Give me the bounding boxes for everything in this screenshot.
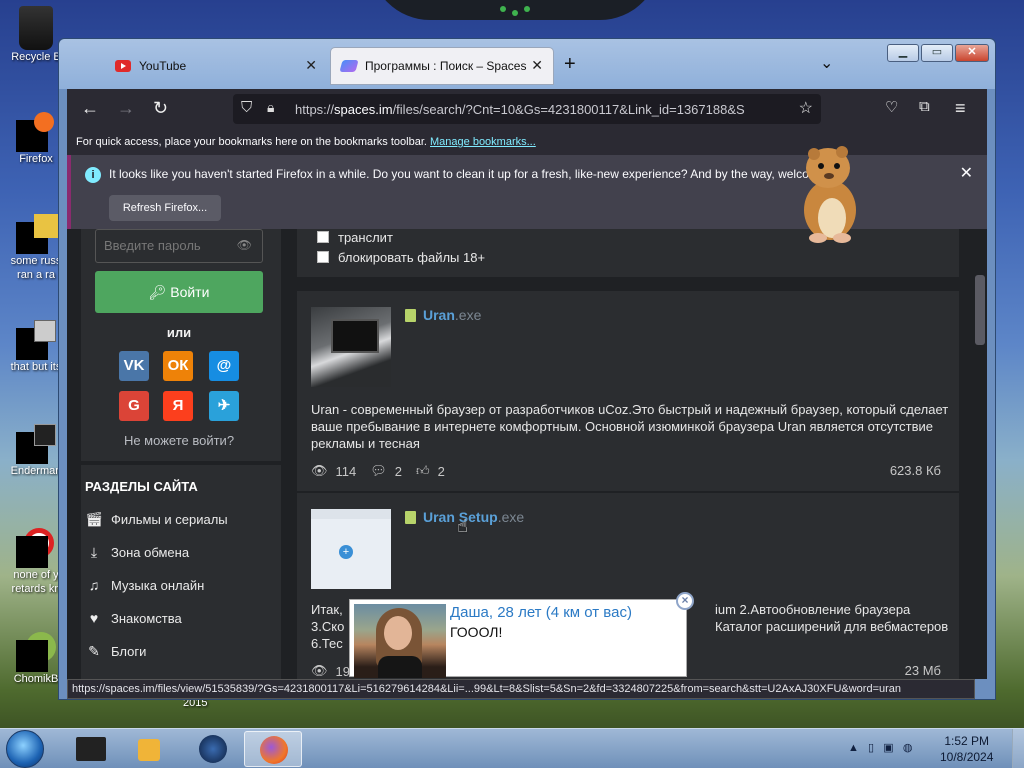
menu-item-music[interactable]: ♫ Музыка онлайн <box>85 574 205 596</box>
heart-icon: ♥ <box>89 610 99 626</box>
page-scrollbar[interactable] <box>973 229 987 679</box>
password-field[interactable]: Введите пароль 👁︎ <box>95 229 263 263</box>
menu-item-movies[interactable]: 🎬︎ Фильмы и сериалы <box>85 508 228 530</box>
odnoklassniki-icon[interactable]: ОК <box>163 351 193 381</box>
start-button[interactable] <box>6 730 44 768</box>
mail-ru-icon[interactable]: @ <box>209 351 239 381</box>
ad-text: ГОООЛ! <box>450 624 503 640</box>
opera-icon <box>16 528 56 568</box>
firefox-icon <box>260 736 288 764</box>
tab-youtube[interactable]: YouTube ✕ <box>103 48 327 84</box>
system-tray[interactable]: ▲ ▯ ▣ ◍ <box>848 741 912 754</box>
google-icon[interactable]: G <box>119 391 149 421</box>
download-icon: ⤓ <box>90 543 98 560</box>
url-bar[interactable]: ⛉ 🔒︎ https://spaces.im/files/search/?Cnt… <box>233 94 821 124</box>
music-note-icon: ♫ <box>88 577 100 593</box>
tab-close-icon[interactable]: ✕ <box>305 57 317 74</box>
comments-icon: 💬︎ <box>370 463 387 478</box>
recycle-bin-icon <box>19 6 53 50</box>
show-desktop-button[interactable] <box>1012 729 1024 768</box>
divider <box>81 461 281 465</box>
tab-close-icon[interactable]: ✕ <box>531 57 543 74</box>
taskbar: ▲ ▯ ▣ ◍ 1:52 PM 10/8/2024 <box>0 728 1024 768</box>
navigation-toolbar: ← → ↻ ⛉ 🔒︎ https://spaces.im/files/searc… <box>67 89 987 129</box>
youtube-icon <box>115 60 131 72</box>
menu-item-exchange-zone[interactable]: ⤓ Зона обмена <box>85 541 189 563</box>
list-all-tabs-chevron-icon[interactable]: ⌄ <box>820 53 833 73</box>
vk-icon[interactable]: VK <box>119 351 149 381</box>
refresh-firefox-button[interactable]: Refresh Firefox... <box>109 195 221 221</box>
result-thumbnail[interactable]: + <box>311 509 391 589</box>
shield-icon[interactable]: ⛉ <box>241 99 252 116</box>
extensions-icon[interactable]: ⧉ <box>919 98 930 115</box>
reload-icon[interactable]: ↻ <box>153 98 168 119</box>
taskbar-app-1[interactable] <box>62 731 120 767</box>
hamster-mascot[interactable] <box>788 140 868 244</box>
lock-icon[interactable]: 🔒︎ <box>267 99 274 116</box>
cant-login-link[interactable]: Не можете войти? <box>81 433 277 448</box>
taskbar-firefox[interactable] <box>244 731 302 767</box>
notification-message: It looks like you haven't started Firefo… <box>109 167 809 181</box>
views-icon: 👁︎ <box>311 663 328 678</box>
or-label: или <box>166 325 192 340</box>
ad-close-icon[interactable]: × <box>676 592 694 610</box>
menu-item-dating[interactable]: ♥ Знакомства <box>85 607 182 629</box>
clapperboard-icon: 🎬︎ <box>85 510 103 527</box>
maximize-button[interactable]: ▭ <box>921 44 953 62</box>
program-icon <box>16 424 56 464</box>
forward-arrow-icon[interactable]: → <box>117 98 135 119</box>
desktop-gadget <box>370 0 660 20</box>
taskbar-media-player[interactable] <box>120 731 178 767</box>
telegram-icon[interactable]: ✈ <box>209 391 239 421</box>
taskbar-app-globe[interactable] <box>184 731 242 767</box>
yandex-icon[interactable]: Я <box>163 391 193 421</box>
window-stack-icon <box>16 320 56 360</box>
tab-strip: YouTube ✕ Программы : Поиск – Spaces ✕ +… <box>59 39 995 89</box>
pocket-icon[interactable]: ♡ <box>885 98 898 116</box>
result-file-link[interactable]: Uran .exe <box>405 307 481 323</box>
taskbar-clock[interactable]: 1:52 PM 10/8/2024 <box>940 733 993 765</box>
minimize-button[interactable]: ▁ <box>887 44 919 62</box>
tab-label: YouTube <box>139 59 187 73</box>
link-status-bar: https://spaces.im/files/view/51535839/?G… <box>67 679 975 699</box>
block-18-checkbox[interactable]: блокировать файлы 18+ <box>317 249 485 265</box>
thumbs-up-icon[interactable]: 👍︎ <box>416 463 430 479</box>
eye-icon[interactable]: 👁︎ <box>237 238 252 252</box>
result-stats: 👁︎ 114 💬︎ 2 👍︎ 2 <box>311 463 445 479</box>
manage-bookmarks-link[interactable]: Manage bookmarks... <box>430 136 536 148</box>
scrollbar-thumb[interactable] <box>975 275 985 345</box>
bookmark-star-icon[interactable]: ☆ <box>799 98 813 118</box>
menu-item-blogs[interactable]: ✎ Блоги <box>85 640 146 662</box>
info-icon: i <box>85 167 101 183</box>
pen-icon: ✎ <box>88 642 100 659</box>
hand-cursor-icon: ☝︎ <box>457 516 468 536</box>
file-icon <box>405 308 416 322</box>
spaces-icon <box>339 60 359 72</box>
url-text[interactable]: https://spaces.im/files/search/?Cnt=10&G… <box>295 102 785 117</box>
result-size: 623.8 Кб <box>889 463 941 478</box>
result-size: 23 Мб <box>904 663 941 678</box>
search-result-card: Uran .exe Uran - современный браузер от р… <box>297 291 959 491</box>
hamster-app-icon <box>16 632 56 672</box>
back-arrow-icon[interactable]: ← <box>81 98 99 119</box>
dating-ad-popup[interactable]: Даша, 28 лет (4 км от вас) ГОООЛ! × <box>349 592 694 678</box>
firefox-icon <box>16 112 56 152</box>
tab-label: Программы : Поиск – Spaces <box>365 59 527 73</box>
site-sections-heading: РАЗДЕЛЫ САЙТА <box>85 479 198 494</box>
left-sidebar: Введите пароль 👁︎ 🔑︎ Войти или VK ОК @ G… <box>81 229 281 679</box>
ad-photo[interactable] <box>354 604 446 678</box>
transliterate-checkbox[interactable]: транслит <box>317 229 393 245</box>
hamburger-menu-icon[interactable]: ≡ <box>955 98 966 119</box>
ad-title[interactable]: Даша, 28 лет (4 км от вас) <box>450 604 632 621</box>
tab-spaces-search[interactable]: Программы : Поиск – Spaces ✕ <box>331 48 553 84</box>
new-tab-plus-icon[interactable]: + <box>564 53 576 76</box>
folder-icon <box>16 214 58 254</box>
file-icon <box>405 510 416 524</box>
views-icon: 👁︎ <box>311 463 328 478</box>
result-description: Uran - современный браузер от разработчи… <box>311 402 949 451</box>
close-window-button[interactable]: ✕ <box>955 44 989 62</box>
login-button[interactable]: 🔑︎ Войти <box>95 271 263 313</box>
result-thumbnail[interactable] <box>311 307 391 387</box>
notification-close-icon[interactable]: ✕ <box>960 163 973 183</box>
